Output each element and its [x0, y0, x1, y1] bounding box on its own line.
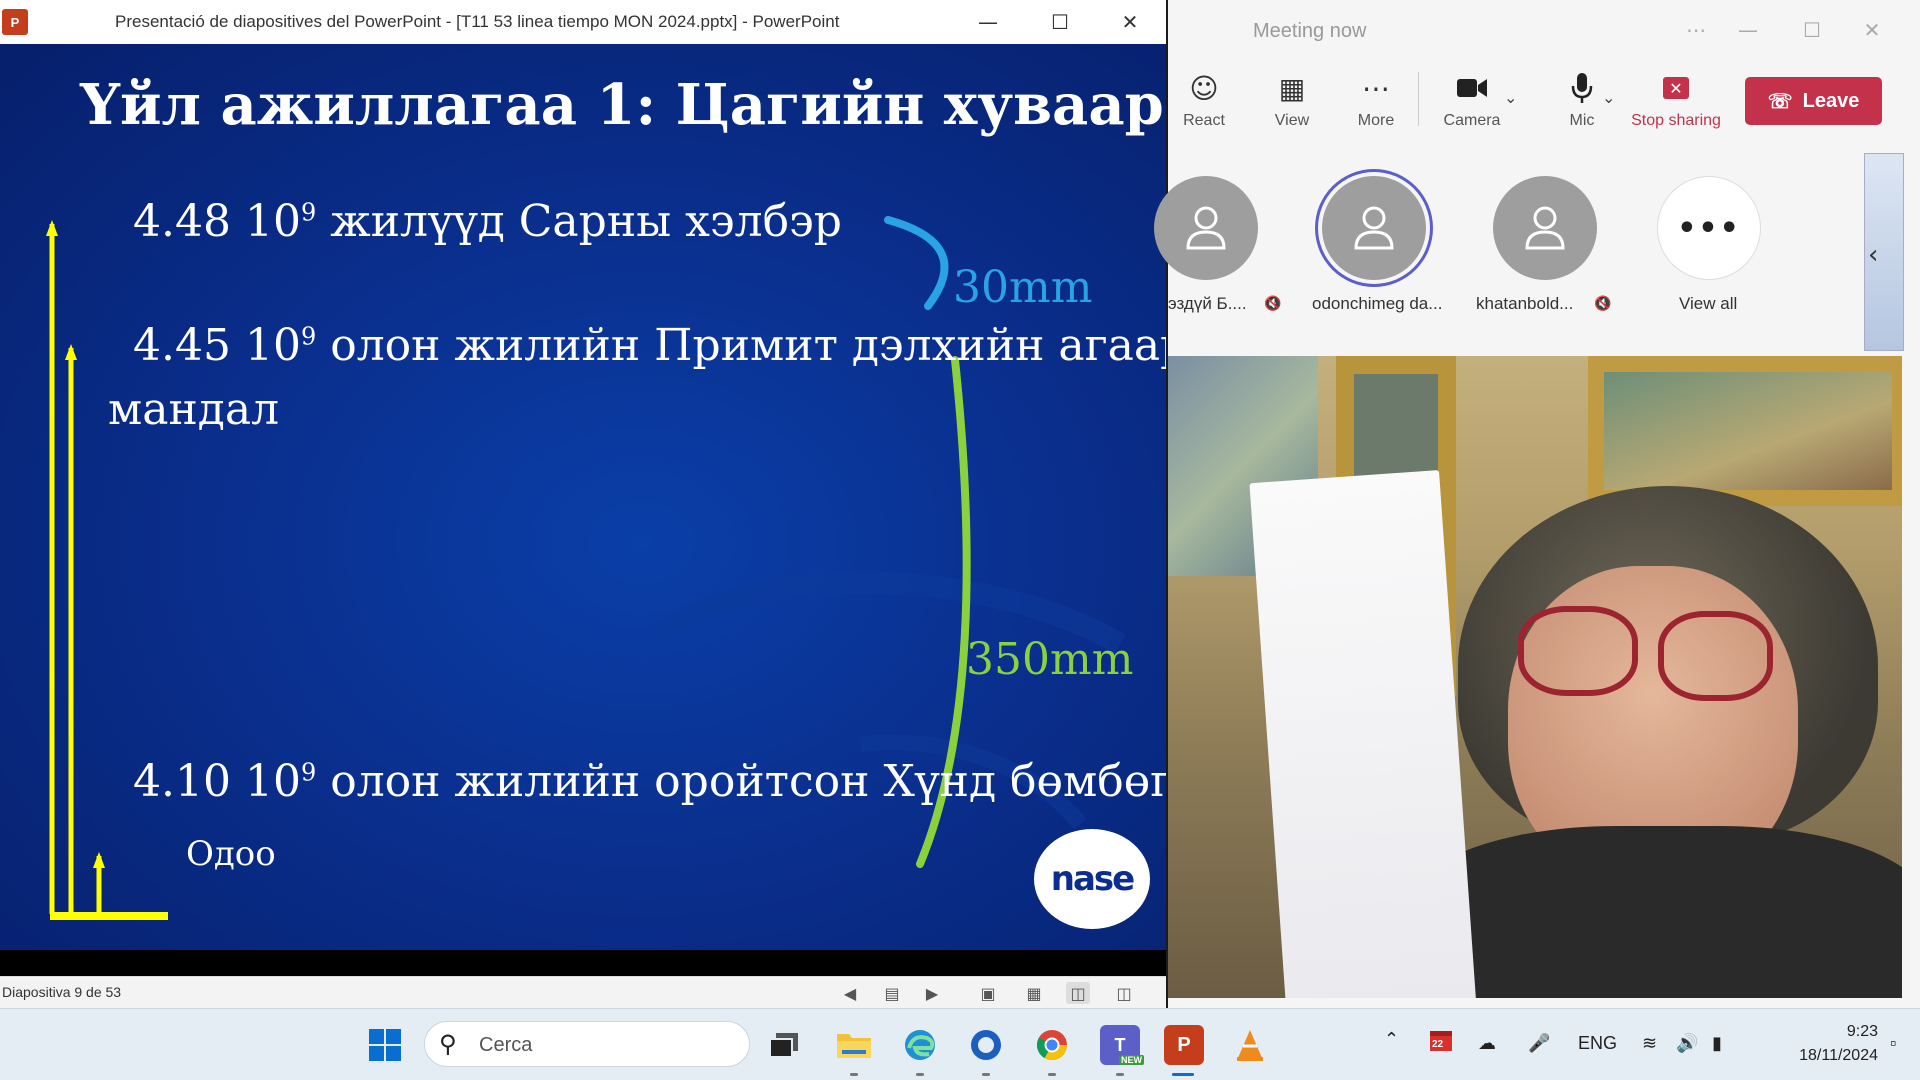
maximize-button[interactable]: ☐ [1788, 14, 1836, 46]
powerpoint-app-icon: P [2, 9, 28, 35]
powerpoint-titlebar: P Presentació de diapositives del PowerP… [0, 0, 1166, 44]
avatar[interactable] [1154, 176, 1258, 280]
calendar-icon[interactable]: 22 [1428, 1027, 1454, 1053]
react-button[interactable]: ☺ React [1174, 68, 1234, 144]
toolbar-divider [1418, 72, 1419, 126]
measure-350mm: 350mm [966, 634, 1134, 685]
more-button[interactable]: ⋯ More [1344, 68, 1408, 144]
slide-menu-icon[interactable]: ▤ [880, 982, 904, 1004]
participant-name: khatanbold... [1476, 294, 1574, 313]
next-slide-icon[interactable]: ▶ [920, 982, 944, 1004]
slide-background-decoration [46, 216, 1126, 920]
volume-icon[interactable]: 🔊 [1676, 1033, 1698, 1054]
avatar[interactable] [1493, 176, 1597, 280]
powerpoint-window: P Presentació de diapositives del PowerP… [0, 0, 1166, 1008]
camera-button[interactable]: Camera [1434, 68, 1510, 144]
mic-muted-icon: 🔇 [1264, 296, 1282, 312]
battery-icon[interactable]: ▮ [1712, 1033, 1722, 1054]
stop-sharing-button[interactable]: ✕ Stop sharing [1628, 68, 1724, 144]
mic-muted-icon: 🔇 [1594, 296, 1612, 312]
taskbar-search[interactable]: ⚲ Cerca [424, 1021, 750, 1067]
person-icon [1354, 206, 1394, 250]
task-view-icon[interactable] [764, 1025, 804, 1065]
chevron-up-icon[interactable]: ⌃ [1384, 1029, 1399, 1050]
more-icon: ⋯ [1362, 71, 1390, 105]
smiley-icon: ☺ [1189, 71, 1219, 105]
maximize-button[interactable]: ☐ [1030, 0, 1090, 44]
participant-name: odonchimeg da... [1312, 294, 1443, 313]
teams-meeting-window: Meeting now ⋯ — ☐ ✕ ☺ React ▦ View ⋯ Mor… [1154, 0, 1920, 1008]
camera-options-chevron-icon[interactable]: ⌄ [1504, 88, 1517, 107]
person-icon [1186, 206, 1226, 250]
presenter-video [1168, 356, 1902, 998]
participants-strip: эздүй Б.... 🔇 odonchimeg da... khatanbol… [1154, 150, 1920, 351]
search-icon: ⚲ [439, 1030, 457, 1058]
edge-icon[interactable] [900, 1025, 940, 1065]
event-primitive-atmosphere: 4.45 109 олон жилийн Примит дэлхийн агаа… [133, 320, 1166, 371]
previous-slide-icon[interactable]: ◀ [838, 982, 862, 1004]
camera-icon [1456, 68, 1488, 108]
minimize-button[interactable]: — [958, 0, 1018, 44]
more-options-icon[interactable]: ⋯ [1672, 14, 1720, 46]
window-title: Presentació de diapositives del PowerPoi… [115, 12, 840, 31]
close-button[interactable]: ✕ [1848, 14, 1896, 46]
slide-counter: Diapositiva 9 de 53 [2, 984, 122, 1000]
close-button[interactable]: ✕ [1100, 0, 1160, 44]
slide-sorter-icon[interactable]: ▦ [1022, 982, 1046, 1004]
event-primitive-atmosphere-line2: мандал [108, 384, 280, 435]
clock-time[interactable]: 9:23 [1818, 1023, 1878, 1041]
person-icon [1525, 206, 1565, 250]
participant-name: эздүй Б.... [1168, 294, 1247, 313]
leave-button[interactable]: ☏ Leave [1745, 77, 1882, 125]
cloud-offline-icon[interactable]: ☁ [1478, 1033, 1496, 1054]
phone-hangup-icon: ☏ [1767, 90, 1793, 113]
browser-shield-icon[interactable] [966, 1025, 1006, 1065]
view-all-label: View all [1679, 294, 1738, 313]
teams-icon[interactable]: T NEW [1100, 1025, 1144, 1065]
slideshow-view-icon[interactable]: ◫ [1112, 982, 1136, 1004]
teams-titlebar: Meeting now ⋯ — ☐ ✕ [1168, 0, 1920, 58]
windows-logo-icon [369, 1029, 401, 1061]
language-indicator[interactable]: ENG [1578, 1033, 1617, 1054]
powerpoint-icon[interactable]: P [1164, 1025, 1204, 1065]
event-late-heavy-bombardment: 4.10 109 олон жилийн оройтсон Хүнд бөмбө… [133, 756, 1166, 807]
slide-letterbox [0, 950, 1166, 976]
arc-30mm [884, 216, 949, 310]
measure-30mm: 30mm [953, 262, 1093, 313]
meeting-title: Meeting now [1253, 20, 1367, 42]
reading-view-icon[interactable]: ◫ [1066, 982, 1090, 1004]
paper-strip-prop [1249, 470, 1477, 998]
file-explorer-icon[interactable] [834, 1025, 874, 1065]
view-all-button[interactable]: ••• [1657, 176, 1761, 280]
nase-logo: nase [1034, 829, 1150, 929]
windows-taskbar: ⚲ Cerca T NEW P ⌃ 22 ☁ 🎤 ENG ≋ 🔊 ▮ 9:23 1… [0, 1008, 1920, 1080]
vlc-icon[interactable] [1230, 1025, 1270, 1065]
search-placeholder: Cerca [479, 1034, 533, 1056]
microphone-icon [1571, 68, 1593, 108]
powerpoint-statusbar: Diapositiva 9 de 53 ◀ ▤ ▶ ▣ ▦ ◫ ◫ [0, 976, 1166, 1008]
microphone-icon[interactable]: 🎤 [1528, 1033, 1550, 1054]
stop-sharing-icon: ✕ [1663, 68, 1689, 108]
notifications-icon[interactable]: ▫ [1890, 1033, 1896, 1054]
event-now: Одоо [186, 834, 276, 874]
chevron-left-icon[interactable]: ‹ [1868, 240, 1878, 270]
normal-view-icon[interactable]: ▣ [976, 982, 1000, 1004]
avatar[interactable] [1322, 176, 1426, 280]
slide-title: Үйл ажиллагаа 1: Цагийн хуваарь [80, 72, 1166, 138]
start-button[interactable] [365, 1025, 405, 1065]
clock-date[interactable]: 18/11/2024 [1760, 1047, 1878, 1065]
view-button[interactable]: ▦ View [1260, 68, 1324, 144]
chrome-icon[interactable] [1032, 1025, 1072, 1065]
grid-icon: ▦ [1278, 71, 1306, 105]
minimize-button[interactable]: — [1724, 14, 1772, 46]
wifi-icon[interactable]: ≋ [1642, 1033, 1657, 1054]
slide-canvas[interactable]: Үйл ажиллагаа 1: Цагийн хуваарь 4.48 109… [0, 44, 1166, 950]
event-moon-formation: 4.48 109 жилүүд Сарны хэлбэр [133, 196, 842, 247]
mic-options-chevron-icon[interactable]: ⌄ [1602, 88, 1615, 107]
